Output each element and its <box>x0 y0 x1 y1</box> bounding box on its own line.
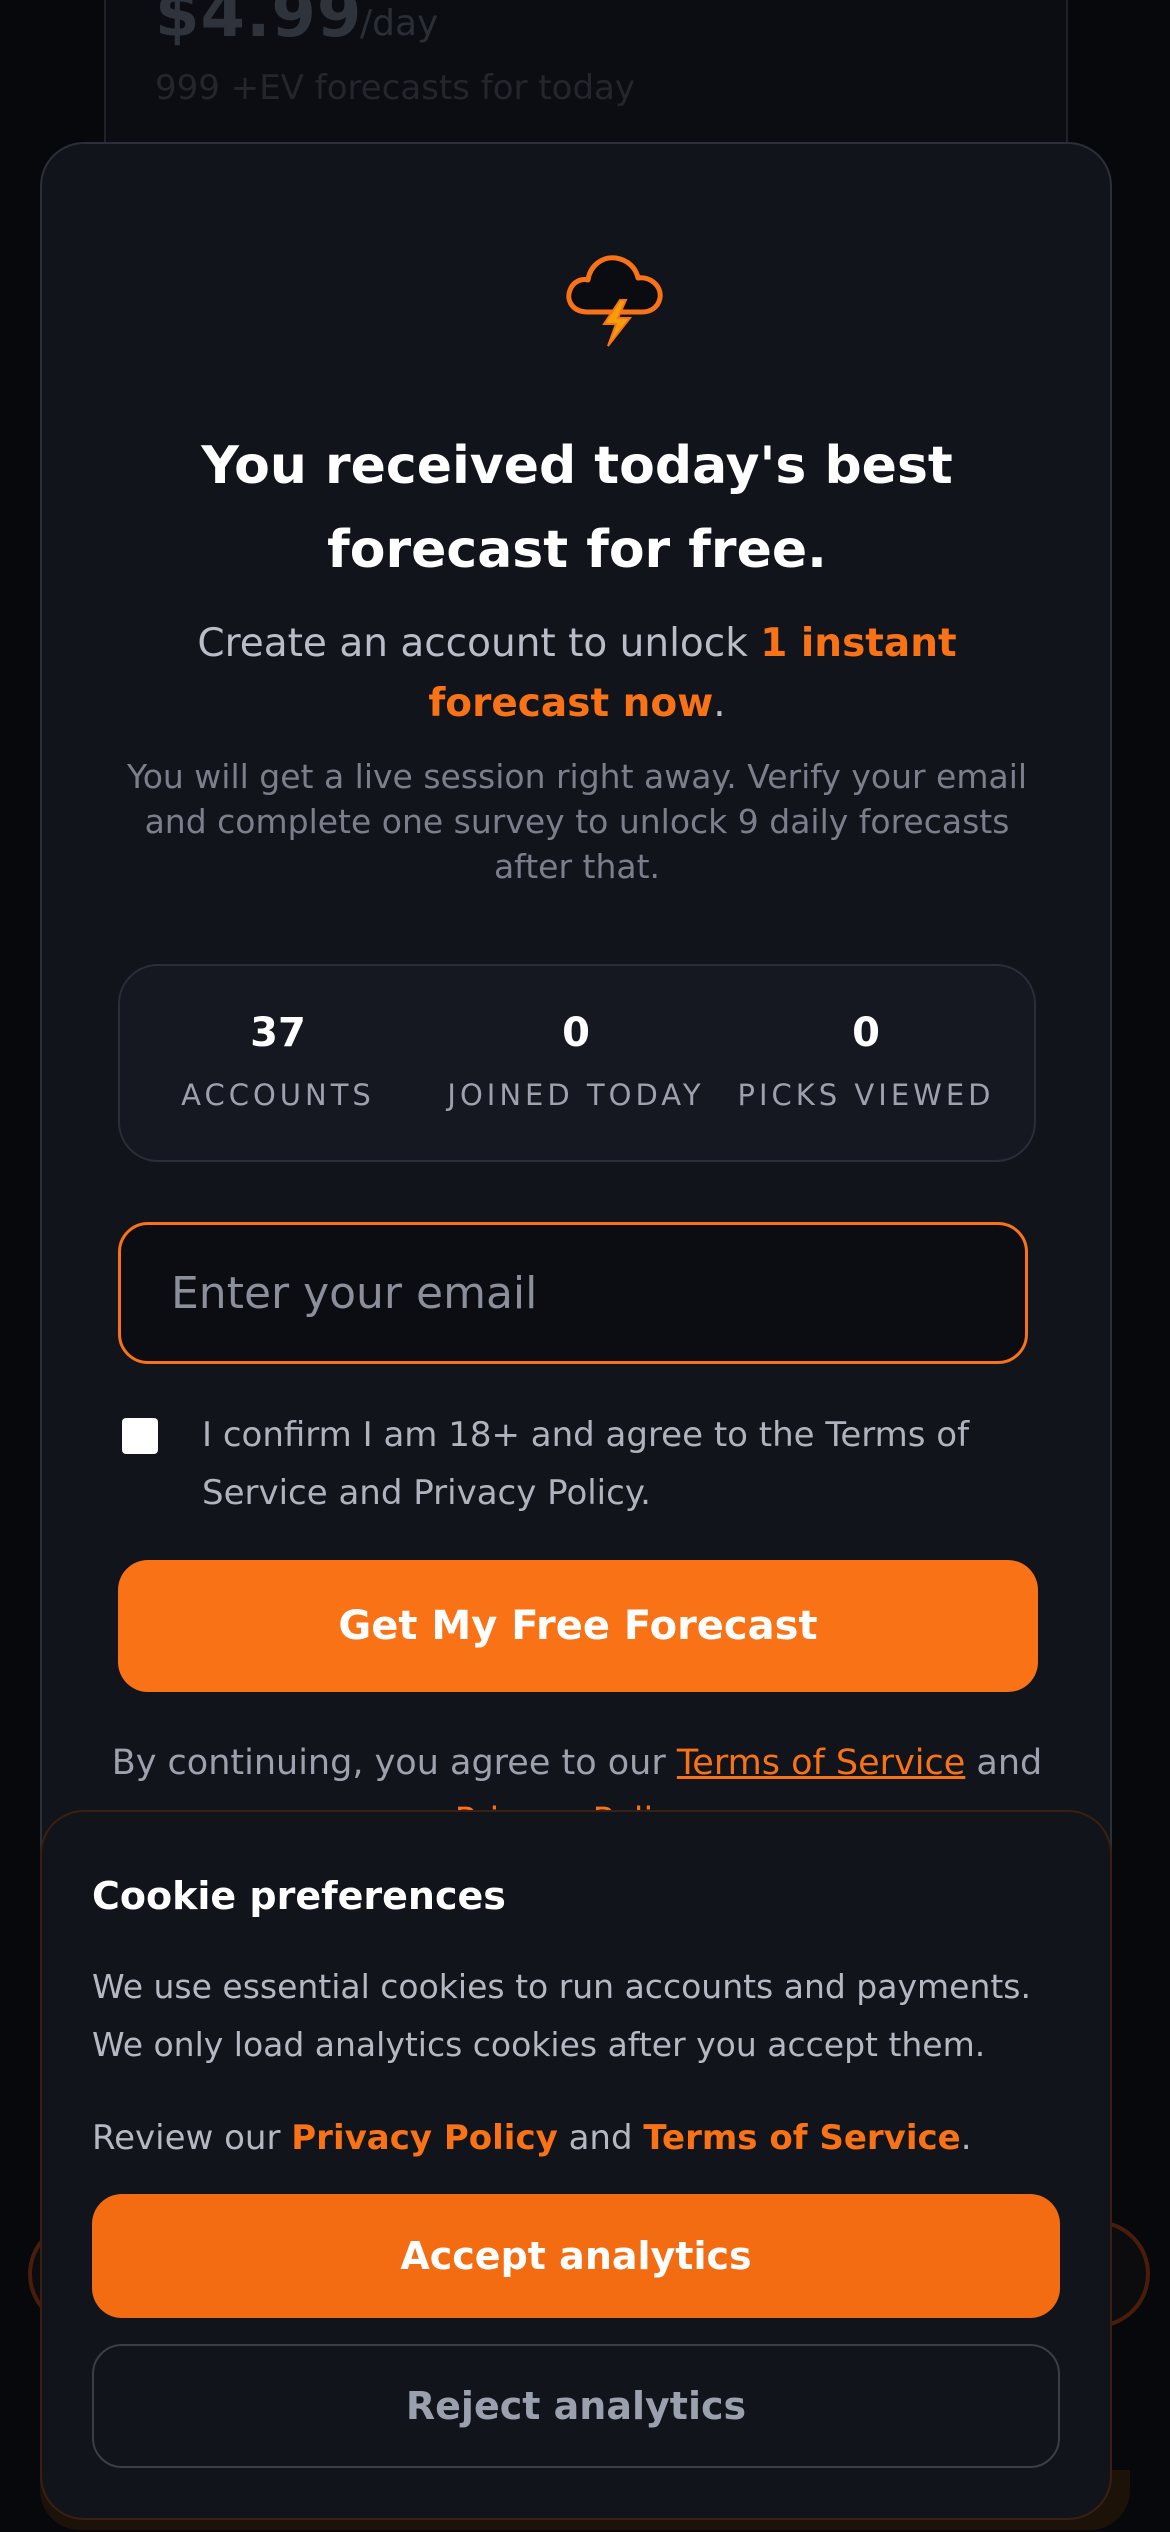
stats-panel: 37 ACCOUNTS 0 JOINED TODAY 0 PICKS VIEWE… <box>118 964 1036 1162</box>
review-prefix: Review our <box>92 2118 292 2158</box>
cookie-privacy-link[interactable]: Privacy Policy <box>291 2118 558 2158</box>
stat-value: 37 <box>250 1010 306 1056</box>
cookie-text: We use essential cookies to run accounts… <box>92 1967 1031 2064</box>
terms-of-service-link[interactable]: Terms of Service <box>677 1743 965 1783</box>
pricing-price: $4.99 <box>155 0 363 52</box>
age-confirm-label: I confirm I am 18+ and agree to the Term… <box>202 1415 970 1513</box>
stat-joined-today: 0 JOINED TODAY <box>426 1010 726 1112</box>
lead-suffix: . <box>713 681 726 726</box>
stat-label: JOINED TODAY <box>447 1078 705 1112</box>
get-free-forecast-button[interactable]: Get My Free Forecast <box>118 1560 1038 1692</box>
review-mid: and <box>557 2118 644 2158</box>
stat-accounts: 37 ACCOUNTS <box>128 1010 428 1112</box>
agree-prefix: By continuing, you agree to our <box>111 1743 677 1783</box>
agree-mid: and <box>965 1743 1043 1783</box>
pricing-subtitle: 999 +EV forecasts for today <box>155 68 635 108</box>
modal-title: You received today's best forecast for f… <box>201 436 953 580</box>
cookie-review: Review our Privacy Policy and Terms of S… <box>92 2118 972 2158</box>
modal-lead: Create an account to unlock 1 instant fo… <box>112 614 1042 734</box>
reject-analytics-button[interactable]: Reject analytics <box>92 2344 1060 2468</box>
stat-value: 0 <box>852 1010 880 1056</box>
stat-value: 0 <box>562 1010 590 1056</box>
email-input[interactable] <box>118 1222 1028 1364</box>
stat-picks-viewed: 0 PICKS VIEWED <box>716 1010 1016 1112</box>
accept-analytics-button[interactable]: Accept analytics <box>92 2194 1060 2318</box>
stat-label: PICKS VIEWED <box>737 1078 995 1112</box>
cookie-banner: Cookie preferences We use essential cook… <box>40 1810 1112 2520</box>
review-suffix: . <box>960 2118 972 2158</box>
cookie-title: Cookie preferences <box>92 1874 506 1918</box>
modal-note: You will get a live session right away. … <box>126 757 1028 886</box>
cookie-terms-link[interactable]: Terms of Service <box>643 2118 960 2158</box>
pricing-price-unit: /day <box>360 3 439 44</box>
age-confirm-checkbox[interactable] <box>122 1418 158 1454</box>
lead-prefix: Create an account to unlock <box>197 621 761 666</box>
storm-cloud-lightning-icon <box>566 255 663 347</box>
stat-label: ACCOUNTS <box>181 1078 375 1112</box>
